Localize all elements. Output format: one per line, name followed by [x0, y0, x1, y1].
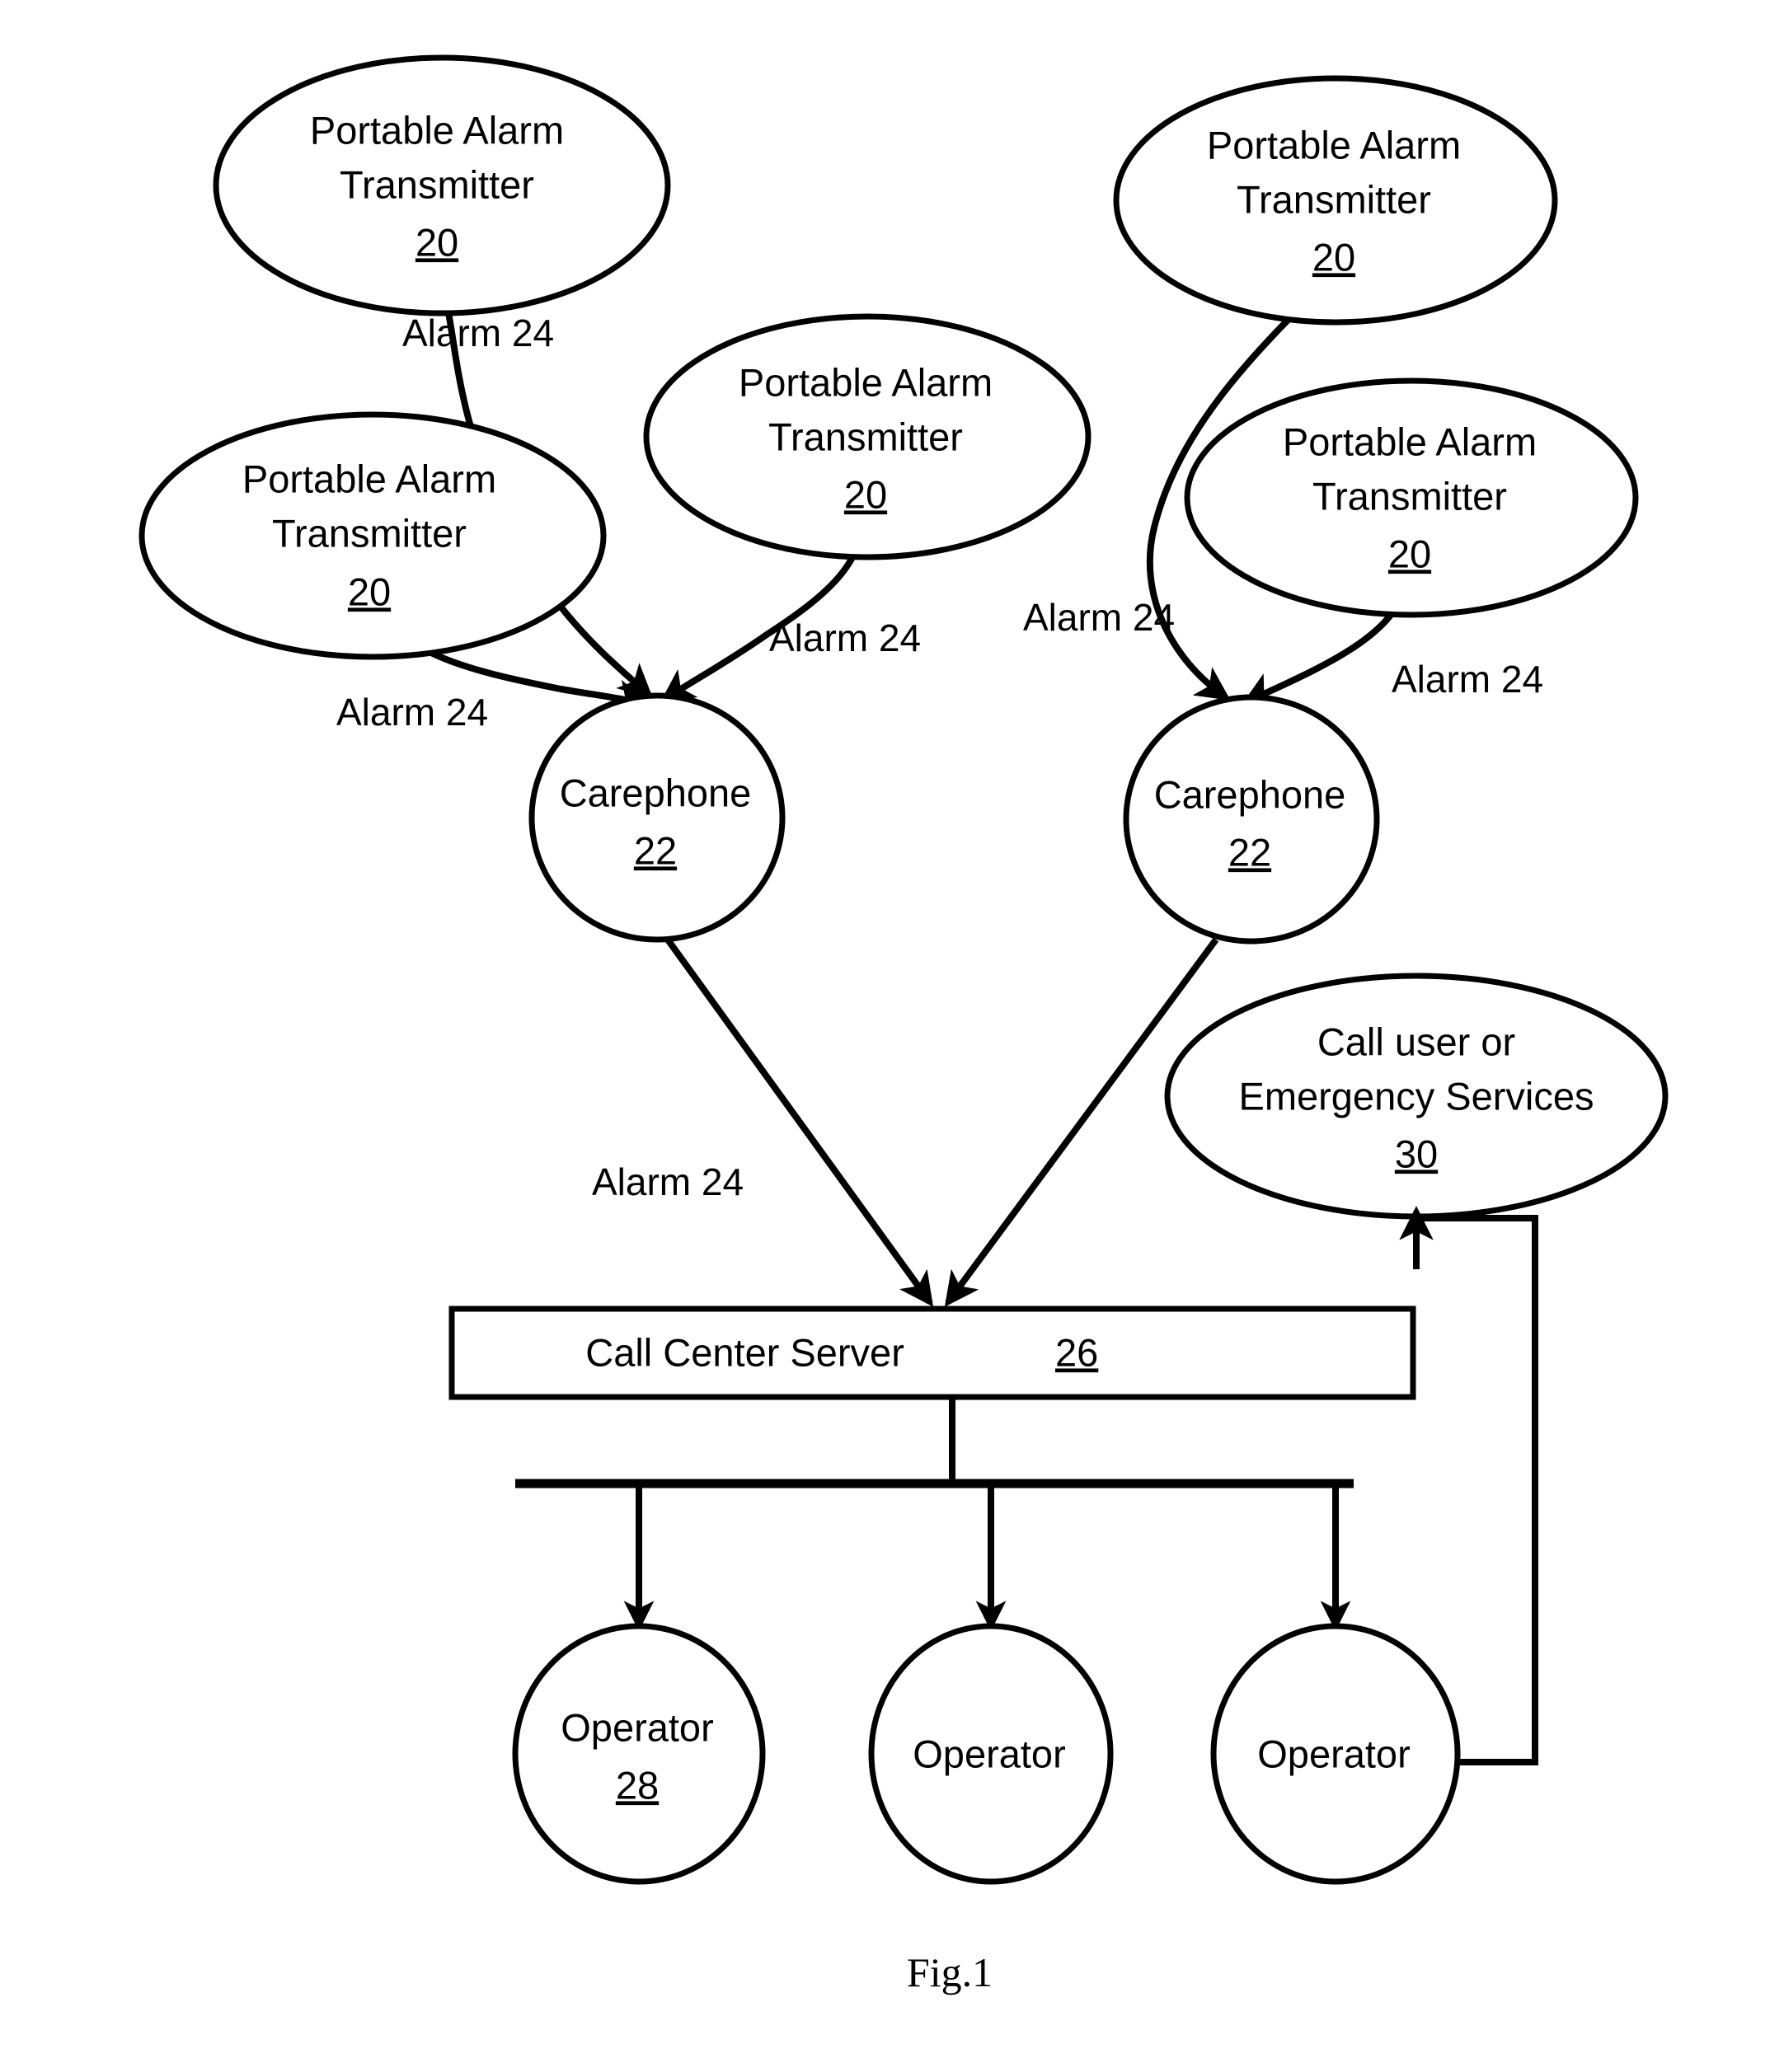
- node-carephone-2[interactable]: [1123, 694, 1380, 945]
- carephone1-ref: 22: [634, 828, 677, 872]
- pat4-ref: 20: [1312, 235, 1355, 279]
- node-carephone-1[interactable]: [528, 692, 786, 943]
- patent-figure-canvas: Portable Alarm Transmitter 20 Portable A…: [0, 0, 1784, 2072]
- label-alarm-right-inner: Alarm 24: [1392, 658, 1543, 701]
- operator3-label: Operator: [1257, 1732, 1410, 1775]
- pat2-ref: 20: [844, 472, 887, 516]
- pat4-line1: Portable Alarm: [1207, 123, 1461, 166]
- emergency-line1: Call user or: [1317, 1020, 1515, 1063]
- operator1-label: Operator: [561, 1705, 713, 1749]
- server-label: Call Center Server: [585, 1330, 904, 1374]
- node-operator-1[interactable]: [512, 1623, 766, 1885]
- emergency-line2: Emergency Services: [1239, 1074, 1594, 1118]
- pat3-line2: Transmitter: [272, 511, 467, 555]
- operator2-label: Operator: [913, 1732, 1065, 1775]
- pat1-ref: 20: [415, 220, 458, 264]
- label-alarm-right-outer: Alarm 24: [1023, 596, 1175, 639]
- pat4-line2: Transmitter: [1237, 177, 1431, 221]
- label-alarm-left: Alarm 24: [336, 691, 488, 734]
- emergency-ref: 30: [1395, 1132, 1438, 1175]
- label-alarm-top-left: Alarm 24: [402, 312, 554, 354]
- pat5-line1: Portable Alarm: [1283, 420, 1537, 463]
- pat2-line2: Transmitter: [768, 415, 963, 458]
- carephone2-ref: 22: [1228, 830, 1271, 874]
- figure-caption: Fig.1: [907, 1949, 993, 1995]
- label-alarm-center: Alarm 24: [769, 616, 921, 659]
- pat5-ref: 20: [1388, 532, 1431, 575]
- label-alarm-to-server: Alarm 24: [592, 1160, 744, 1203]
- edge-carephone1-to-server: [662, 934, 934, 1307]
- operator1-ref: 28: [616, 1763, 659, 1807]
- pat2-line1: Portable Alarm: [739, 360, 993, 404]
- pat1-line2: Transmitter: [340, 162, 534, 206]
- pat3-line1: Portable Alarm: [242, 457, 496, 500]
- server-ref: 26: [1055, 1330, 1098, 1374]
- carephone1-label: Carephone: [560, 771, 752, 814]
- pat3-ref: 20: [348, 570, 391, 613]
- diagram-svg: Portable Alarm Transmitter 20 Portable A…: [138, 54, 1669, 1995]
- pat5-line2: Transmitter: [1312, 474, 1507, 518]
- carephone2-label: Carephone: [1154, 772, 1346, 816]
- pat1-line1: Portable Alarm: [310, 108, 564, 152]
